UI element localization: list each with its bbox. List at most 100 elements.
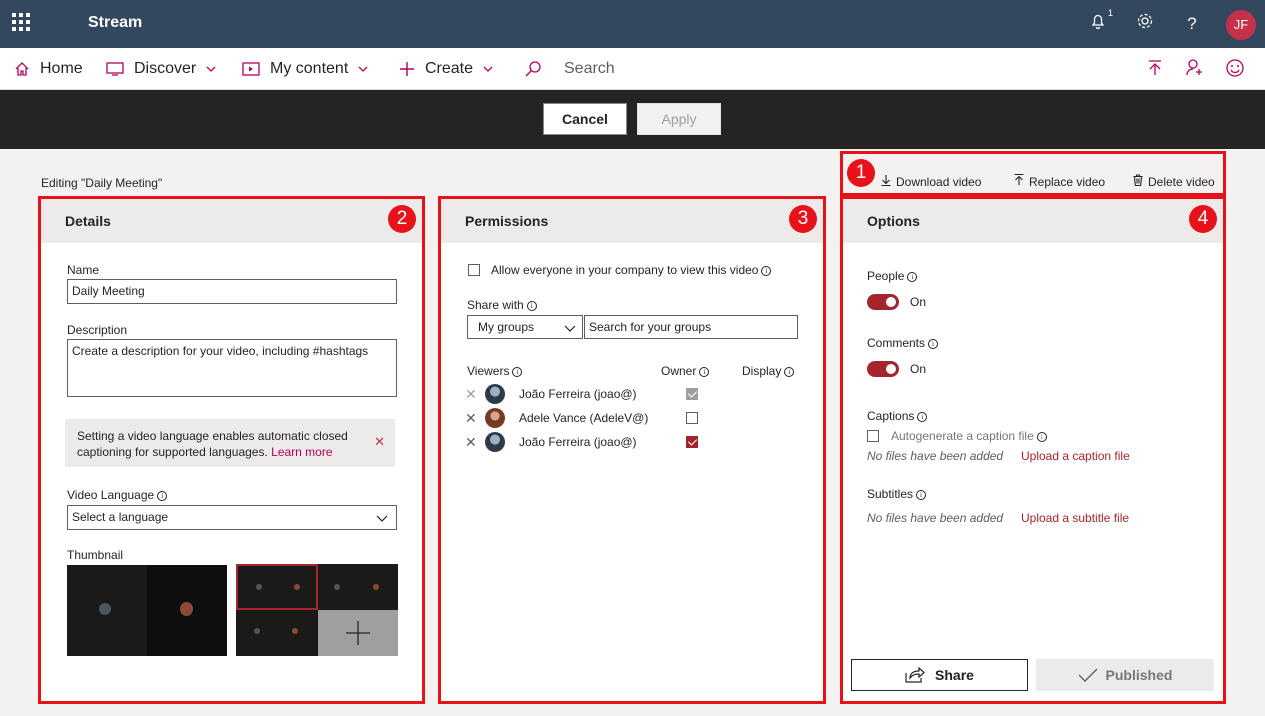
plus-icon (399, 61, 415, 77)
description-field[interactable]: Create a description for your video, inc… (67, 339, 397, 397)
trash-icon (1133, 174, 1143, 189)
cancel-button[interactable]: Cancel (543, 103, 627, 135)
nav-home-label: Home (40, 60, 83, 77)
comments-label: Comments i (867, 336, 939, 350)
viewers-column-header: Viewers i (467, 364, 523, 378)
delete-video-button[interactable]: Delete video (1133, 174, 1215, 189)
nav-create-label: Create (425, 60, 474, 77)
info-icon[interactable]: i (916, 490, 927, 500)
download-video-button[interactable]: Download video (881, 174, 981, 189)
home-icon (14, 61, 30, 77)
captions-empty-text: No files have been added (867, 449, 1004, 463)
nav-my-content-label: My content (270, 60, 349, 77)
display-column-header: Display i (742, 364, 795, 378)
description-label: Description (67, 323, 128, 337)
nav-search[interactable]: Search (524, 59, 615, 79)
owner-checkbox[interactable] (686, 388, 698, 400)
video-actions-bar: 1 Download video Replace video Delete vi… (840, 151, 1226, 196)
autogenerate-caption-checkbox[interactable] (867, 430, 879, 442)
share-label: Share (935, 667, 974, 683)
comments-toggle[interactable] (867, 361, 899, 377)
info-icon[interactable]: i (907, 272, 918, 282)
info-icon[interactable]: i (526, 301, 537, 311)
info-icon[interactable]: i (784, 367, 795, 377)
learn-more-link[interactable]: Learn more (271, 445, 332, 459)
owner-column-header: Owner i (661, 364, 710, 378)
subtitles-empty-text: No files have been added (867, 511, 1004, 525)
thumbnail-option[interactable] (318, 564, 398, 610)
user-avatar[interactable]: JF (1226, 10, 1256, 40)
replace-video-button[interactable]: Replace video (1014, 173, 1105, 189)
share-with-value: My groups (478, 320, 535, 334)
info-icon[interactable]: i (512, 367, 523, 377)
info-icon[interactable]: i (1036, 432, 1047, 442)
owner-checkbox[interactable] (686, 412, 698, 424)
allow-everyone-label: Allow everyone in your company to view t… (491, 263, 772, 277)
chevron-down-icon (564, 322, 576, 336)
details-panel: Details 2 Name Daily Meeting Description… (38, 196, 425, 704)
delete-video-label: Delete video (1148, 174, 1215, 189)
download-icon (881, 174, 891, 189)
chevron-down-icon (206, 66, 216, 72)
app-launcher-icon[interactable] (12, 13, 30, 31)
people-toggle[interactable] (867, 294, 899, 310)
subtitles-label: Subtitles i (867, 487, 927, 501)
annotation-marker-1: 1 (847, 159, 875, 187)
people-state: On (910, 295, 927, 309)
search-placeholder: Search (564, 60, 615, 77)
thumbnail-selected-preview (67, 565, 227, 656)
thumbnail-label: Thumbnail (67, 548, 124, 562)
notifications-icon[interactable]: 1 (1086, 8, 1113, 36)
close-icon[interactable]: ✕ (374, 434, 385, 450)
app-title[interactable]: Stream (88, 14, 142, 32)
share-button[interactable]: Share (851, 659, 1028, 691)
viewer-avatar (485, 432, 505, 452)
search-icon (524, 60, 542, 78)
add-person-icon[interactable] (1185, 58, 1207, 80)
notification-badge: 1 (1107, 8, 1113, 18)
apply-button[interactable]: Apply (637, 103, 721, 135)
allow-everyone-checkbox[interactable] (468, 264, 480, 276)
chevron-down-icon (483, 66, 493, 72)
name-field[interactable]: Daily Meeting (67, 279, 397, 304)
nav-discover[interactable]: Discover (106, 59, 216, 79)
share-with-select[interactable]: My groups (467, 315, 583, 339)
video-language-value: Select a language (72, 510, 169, 524)
remove-viewer-icon[interactable]: ✕ (465, 386, 477, 403)
plus-icon (345, 620, 371, 649)
info-icon[interactable]: i (761, 266, 772, 276)
thumbnail-option[interactable] (236, 610, 318, 656)
replace-upload-icon (1014, 173, 1024, 189)
nav-create[interactable]: Create (399, 59, 493, 79)
captions-label: Captions i (867, 409, 928, 423)
video-language-select[interactable]: Select a language (67, 505, 397, 530)
feedback-smiley-icon[interactable] (1225, 58, 1247, 80)
chevron-down-icon (358, 66, 368, 72)
upload-subtitle-link[interactable]: Upload a subtitle file (1021, 511, 1129, 525)
upload-icon[interactable] (1145, 58, 1167, 80)
info-icon[interactable]: i (699, 367, 710, 377)
viewer-row: ✕ João Ferreira (joao@) (465, 384, 805, 404)
help-icon[interactable]: ? (1180, 12, 1204, 36)
share-icon (905, 667, 925, 683)
viewer-name: João Ferreira (joao@) (519, 435, 637, 449)
info-icon[interactable]: i (157, 491, 168, 501)
published-button[interactable]: Published (1036, 659, 1214, 691)
thumbnail-option[interactable] (236, 564, 318, 610)
options-panel: Options 4 People i On Comments i On Captio… (840, 196, 1226, 704)
owner-checkbox[interactable] (686, 436, 698, 448)
remove-viewer-icon[interactable]: ✕ (465, 410, 477, 427)
info-icon[interactable]: i (928, 339, 939, 349)
share-with-label: Share with i (467, 298, 537, 312)
info-icon[interactable]: i (917, 412, 928, 422)
upload-caption-link[interactable]: Upload a caption file (1021, 449, 1130, 463)
my-content-icon (242, 61, 260, 77)
nav-discover-label: Discover (134, 60, 197, 77)
nav-home[interactable]: Home (14, 59, 83, 79)
add-thumbnail-button[interactable] (318, 610, 398, 656)
settings-icon[interactable] (1133, 12, 1157, 36)
search-groups-input[interactable]: Search for your groups (584, 315, 798, 339)
edit-action-bar: Cancel Apply (0, 90, 1265, 149)
remove-viewer-icon[interactable]: ✕ (465, 434, 477, 451)
nav-my-content[interactable]: My content (242, 59, 368, 79)
